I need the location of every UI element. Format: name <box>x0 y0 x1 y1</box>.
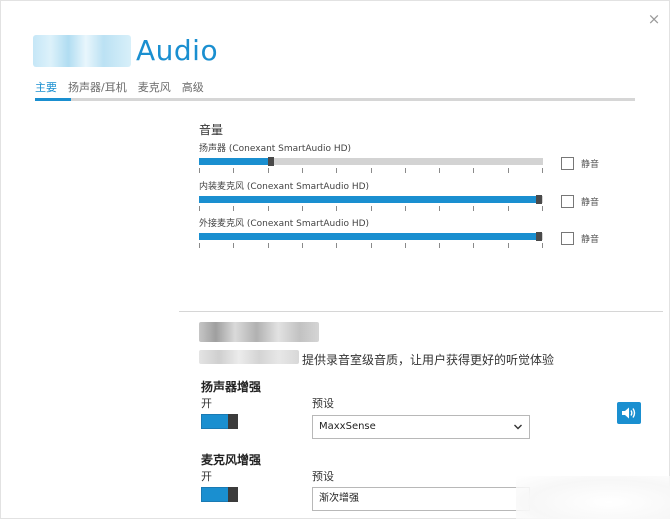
external-mic-volume-slider[interactable] <box>199 232 543 241</box>
slider-tick <box>473 206 474 211</box>
slider-tick <box>473 243 474 248</box>
slider-thumb[interactable] <box>536 195 542 204</box>
select-value: 渐次增强 <box>319 493 359 504</box>
slider-tick <box>233 243 234 248</box>
mute-label: 静音 <box>581 160 600 170</box>
slider-tick <box>405 206 406 211</box>
close-icon[interactable]: × <box>646 11 662 27</box>
slider-tick <box>508 206 509 211</box>
mic-preset-label: 预设 <box>312 470 334 483</box>
speaker-enhancement-toggle[interactable] <box>201 414 238 429</box>
tab-advanced[interactable]: 高级 <box>182 79 204 95</box>
enhancement-description: 提供录音室级音质，让用户获得更好的听觉体验 <box>302 353 555 367</box>
slider-tick <box>542 168 543 173</box>
slider-tick <box>302 206 303 211</box>
slider-tick <box>268 206 269 211</box>
speaker-preset-label: 预设 <box>312 397 334 410</box>
slider-tick <box>371 206 372 211</box>
mic-enhancement-title: 麦克风增强 <box>201 453 262 467</box>
slider-tick <box>336 168 337 173</box>
mic-enhancement-state: 开 <box>201 470 212 483</box>
chevron-down-icon <box>513 416 523 447</box>
mic-preset-select[interactable]: 渐次增强 <box>312 487 530 511</box>
slider-tick <box>371 168 372 173</box>
mute-label: 静音 <box>581 198 600 208</box>
slider-tick <box>233 168 234 173</box>
slider-tick <box>439 206 440 211</box>
external-mic-device-label: 外接麦克风 (Conexant SmartAudio HD) <box>199 219 370 229</box>
audio-window: × Audio 主要 扬声器/耳机 麦克风 高级 音量 扬声器 (Conexan… <box>0 0 670 519</box>
internal-mic-mute-checkbox[interactable]: 静音 <box>561 195 599 208</box>
slider-tick <box>542 243 543 248</box>
slider-tick <box>336 206 337 211</box>
slider-tick <box>268 243 269 248</box>
slider-ticks <box>199 168 543 174</box>
slider-tick <box>508 243 509 248</box>
slider-tick <box>233 206 234 211</box>
checkbox-box[interactable] <box>561 195 574 208</box>
tab-divider <box>35 98 635 101</box>
slider-tick <box>508 168 509 173</box>
toggle-knob <box>228 487 238 502</box>
speaker-enhancement-state: 开 <box>201 397 212 410</box>
redacted-heading <box>199 322 319 342</box>
toggle-knob <box>228 414 238 429</box>
slider-tick <box>439 243 440 248</box>
internal-mic-device-label: 内装麦克风 (Conexant SmartAudio HD) <box>199 182 370 192</box>
tab-bar: 主要 扬声器/耳机 麦克风 高级 <box>35 79 204 95</box>
speaker-test-button[interactable] <box>617 402 641 424</box>
active-tab-indicator <box>35 98 71 101</box>
tab-microphone[interactable]: 麦克风 <box>138 79 171 95</box>
slider-fill <box>199 158 268 165</box>
mute-label: 静音 <box>581 235 600 245</box>
slider-ticks <box>199 243 543 249</box>
speaker-enhancement-title: 扬声器增强 <box>201 380 262 394</box>
page-title: Audio <box>136 34 219 67</box>
slider-tick <box>405 243 406 248</box>
slider-tick <box>302 243 303 248</box>
tab-speakers-headphones[interactable]: 扬声器/耳机 <box>68 79 127 95</box>
redacted-corner <box>516 476 670 519</box>
internal-mic-volume-slider[interactable] <box>199 195 543 204</box>
slider-tick <box>473 168 474 173</box>
tab-main[interactable]: 主要 <box>35 79 57 95</box>
slider-tick <box>336 243 337 248</box>
select-value: MaxxSense <box>319 421 376 432</box>
slider-tick <box>439 168 440 173</box>
slider-tick <box>199 206 200 211</box>
slider-tick <box>199 243 200 248</box>
mic-enhancement-toggle[interactable] <box>201 487 238 502</box>
slider-tick <box>302 168 303 173</box>
brand-logo <box>33 35 131 67</box>
speaker-device-label: 扬声器 (Conexant SmartAudio HD) <box>199 144 352 154</box>
redacted-text <box>199 350 299 364</box>
slider-thumb[interactable] <box>536 232 542 241</box>
speaker-volume-slider[interactable] <box>199 157 543 166</box>
checkbox-box[interactable] <box>561 157 574 170</box>
slider-ticks <box>199 206 543 212</box>
volume-section-title: 音量 <box>199 123 224 137</box>
slider-fill <box>199 196 536 203</box>
section-divider <box>179 311 663 312</box>
speaker-volume-icon <box>622 407 636 419</box>
speaker-preset-select[interactable]: MaxxSense <box>312 415 530 439</box>
slider-fill <box>199 233 536 240</box>
speaker-mute-checkbox[interactable]: 静音 <box>561 157 599 170</box>
slider-tick <box>268 168 269 173</box>
slider-tick <box>542 206 543 211</box>
slider-tick <box>371 243 372 248</box>
slider-thumb[interactable] <box>268 157 274 166</box>
checkbox-box[interactable] <box>561 232 574 245</box>
slider-tick <box>199 168 200 173</box>
slider-tick <box>405 168 406 173</box>
external-mic-mute-checkbox[interactable]: 静音 <box>561 232 599 245</box>
